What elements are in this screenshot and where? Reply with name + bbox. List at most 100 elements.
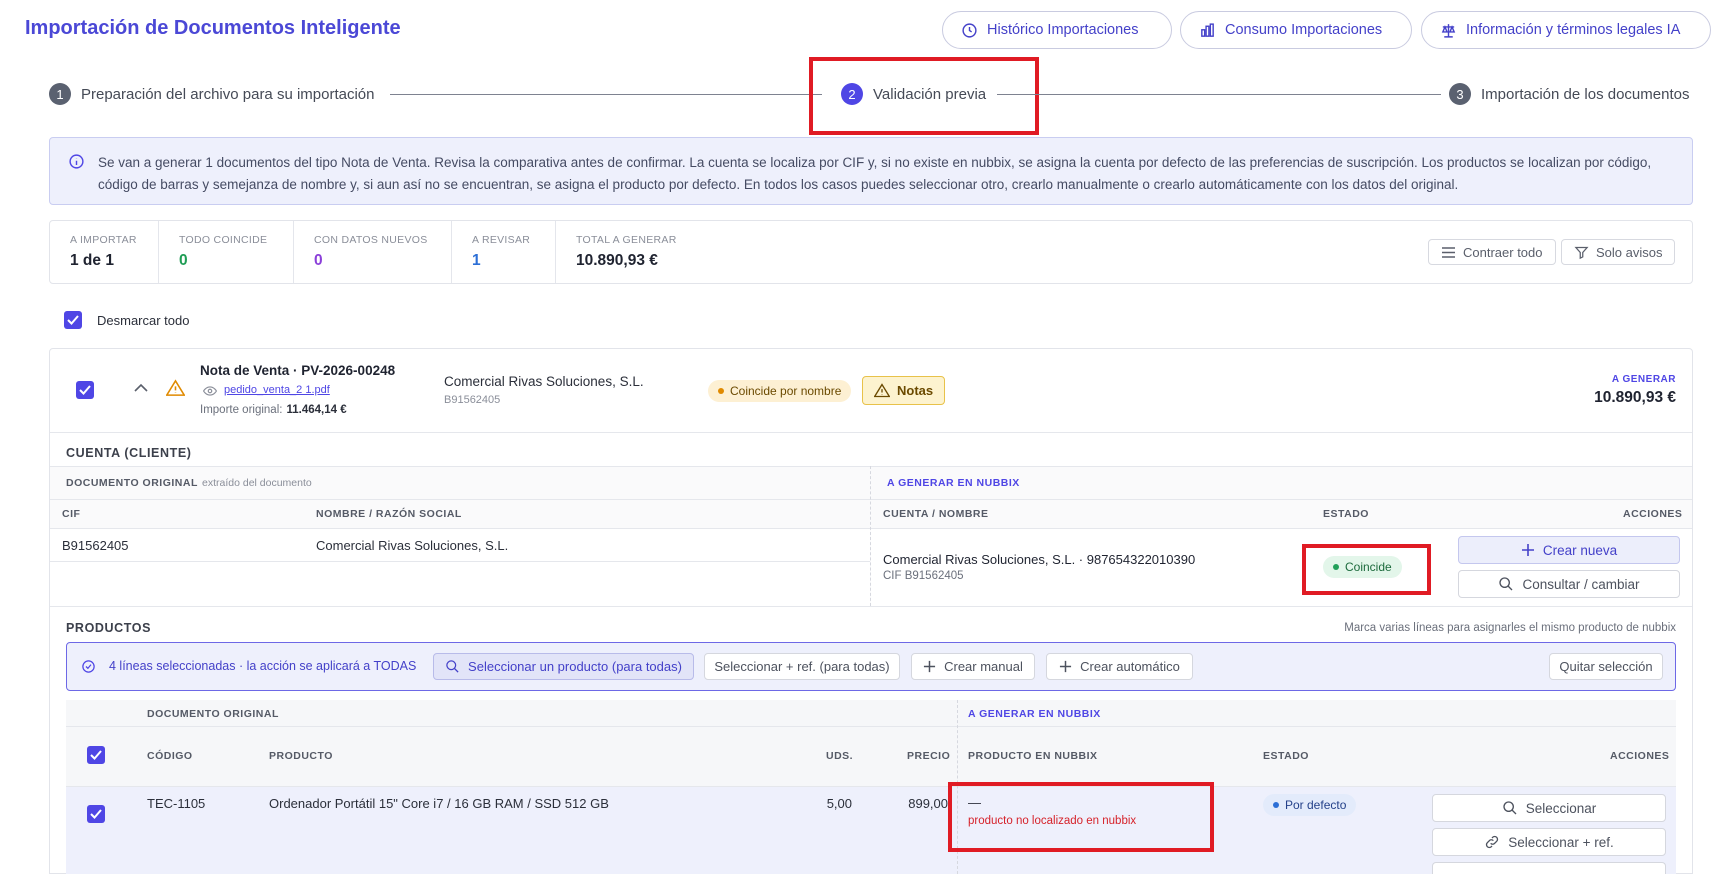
bar-chart-icon (1199, 22, 1216, 39)
step-2[interactable]: 2 Validación previa (841, 83, 986, 105)
search-icon (445, 659, 460, 674)
divider (50, 499, 1692, 500)
document-checkbox[interactable] (76, 381, 94, 399)
col-account: CUENTA / NOMBRE (883, 508, 989, 520)
create-auto-button[interactable]: Crear automático (1046, 653, 1193, 680)
product-units: 5,00 (826, 796, 852, 811)
stat-total: Total a generar 10.890,93 € (576, 234, 677, 269)
col-product-status: ESTADO (1263, 750, 1309, 762)
generate-label: A GENERAR (1611, 374, 1676, 385)
collapse-all-button[interactable]: Contraer todo (1428, 239, 1556, 265)
document-title: Nota de Venta · PV-2026-00248 (200, 363, 396, 378)
product-price: 899,00 (908, 796, 948, 811)
col-nubbix-product: PRODUCTO EN NUBBIX (968, 750, 1098, 762)
divider (50, 561, 870, 562)
create-manual-button[interactable]: Crear manual (911, 653, 1035, 680)
products-section-title: PRODUCTOS (66, 621, 152, 635)
match-badge: Coincide por nombre (708, 380, 852, 402)
col-price: PRECIO (907, 750, 951, 762)
original-amount: Importe original: 11.464,14 € (200, 404, 347, 416)
account-status-badge: Coincide (1323, 556, 1402, 578)
legal-info-button[interactable]: Información y términos legales IA (1421, 11, 1711, 49)
divider (50, 432, 1692, 433)
account-original-header: DOCUMENTO ORIGINAL (66, 477, 198, 489)
products-table-header-bg (66, 700, 1676, 786)
stat-new-data: Con datos nuevos 0 (294, 221, 452, 283)
divider (66, 726, 1676, 727)
plus-icon (923, 660, 936, 673)
col-code: CÓDIGO (147, 750, 193, 762)
divider (870, 466, 871, 606)
warning-icon (874, 383, 890, 398)
select-product-all-button[interactable]: Seleccionar un producto (para todas) (433, 653, 694, 680)
col-actions: ACCIONES (1623, 508, 1683, 520)
document-file-link[interactable]: pedido_venta_2 1.pdf (224, 384, 330, 396)
product-code: TEC-1105 (147, 796, 206, 811)
nubbix-account-name: Comercial Rivas Soluciones, S.L. · 98765… (883, 552, 1196, 567)
product-status-badge: Por defecto (1263, 794, 1357, 816)
col-units: UDS. (826, 750, 854, 762)
clear-selection-button[interactable]: Quitar selección (1549, 653, 1663, 680)
step-connector (997, 94, 1441, 95)
account-generate-header: A GENERAR EN NUBBIX (887, 477, 1020, 489)
info-banner: Se van a generar 1 documentos del tipo N… (49, 137, 1693, 205)
page-title: Importación de Documentos Inteligente (25, 17, 401, 39)
consult-account-button[interactable]: Consultar / cambiar (1458, 570, 1680, 598)
info-icon (68, 153, 85, 170)
products-select-all-checkbox[interactable] (87, 746, 105, 764)
chevron-up-icon[interactable] (134, 383, 148, 393)
nubbix-product-note: producto no localizado en nubbix (968, 815, 1137, 827)
filter-icon (1574, 245, 1589, 260)
divider (50, 466, 1692, 467)
step-3[interactable]: 3 Importación de los documentos (1449, 83, 1689, 105)
col-product-actions: ACCIONES (1610, 750, 1670, 762)
more-action-button[interactable] (1432, 862, 1666, 874)
client-name: Comercial Rivas Soluciones, S.L. (444, 374, 644, 389)
col-cif: CIF (62, 508, 81, 520)
nubbix-account-cif: CIF B91562405 (883, 570, 964, 582)
nubbix-product-value: — (968, 795, 981, 810)
stat-to-review: A revisar 1 (452, 221, 556, 283)
search-icon (1502, 800, 1518, 816)
select-all-checkbox[interactable] (64, 311, 82, 329)
product-row-checkbox[interactable] (87, 805, 105, 823)
step-connector (390, 94, 822, 95)
generate-total: 10.890,93 € (1594, 389, 1676, 406)
plus-icon (1521, 543, 1535, 557)
info-text: Se van a generar 1 documentos del tipo N… (98, 155, 1652, 192)
list-icon (1441, 246, 1456, 259)
account-original-sub: extraído del documento (202, 477, 312, 489)
step-1[interactable]: 1 Preparación del archivo para su import… (49, 83, 375, 105)
bulk-selection-text: 4 líneas seleccionadas · la acción se ap… (109, 659, 417, 673)
product-name: Ordenador Portátil 15" Core i7 / 16 GB R… (269, 796, 609, 811)
create-account-button[interactable]: Crear nueva (1458, 536, 1680, 564)
select-product-button[interactable]: Seleccionar (1432, 794, 1666, 822)
col-status: ESTADO (1323, 508, 1369, 520)
link-icon (1484, 834, 1500, 850)
products-original-header: DOCUMENTO ORIGINAL (147, 708, 279, 720)
check-circle-icon (81, 659, 96, 674)
account-name: Comercial Rivas Soluciones, S.L. (316, 538, 509, 553)
warnings-only-button[interactable]: Solo avisos (1561, 239, 1676, 265)
select-ref-all-button[interactable]: Seleccionar + ref. (para todas) (704, 653, 900, 680)
select-all-label: Desmarcar todo (97, 313, 190, 328)
products-hint: Marca varias líneas para asignarles el m… (1344, 622, 1676, 634)
search-icon (1498, 576, 1514, 592)
warning-icon (166, 379, 185, 397)
select-ref-product-button[interactable]: Seleccionar + ref. (1432, 828, 1666, 856)
status-dot (1333, 564, 1339, 570)
notes-badge[interactable]: Notas (862, 376, 946, 405)
products-generate-header: A GENERAR EN NUBBIX (968, 708, 1101, 720)
plus-icon (1059, 660, 1072, 673)
eye-icon (203, 385, 217, 397)
divider (50, 606, 1692, 607)
history-button[interactable]: Histórico Importaciones (942, 11, 1172, 49)
stats-bar: A importar 1 de 1 Todo coincide 0 Con da… (49, 220, 1693, 284)
col-name: NOMBRE / RAZÓN SOCIAL (316, 508, 462, 520)
consumption-button[interactable]: Consumo Importaciones (1180, 11, 1412, 49)
col-product: PRODUCTO (269, 750, 333, 762)
stat-all-match: Todo coincide 0 (159, 221, 294, 283)
client-cif: B91562405 (444, 394, 501, 406)
account-section-title: CUENTA (CLIENTE) (66, 446, 192, 460)
account-cif: B91562405 (62, 538, 129, 553)
